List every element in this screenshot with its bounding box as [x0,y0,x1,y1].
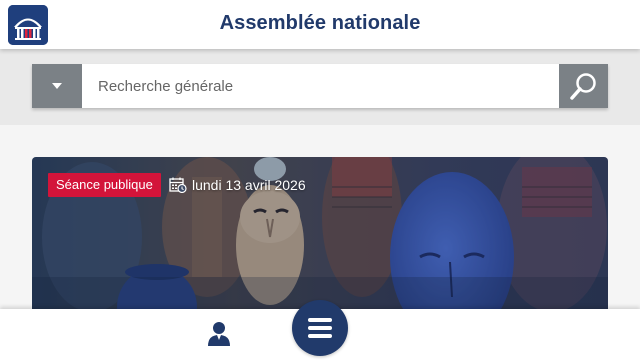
hamburger-menu-icon [308,318,332,338]
search-input[interactable] [82,64,559,108]
user-icon [208,322,230,346]
app-header: Assemblée nationale [0,0,640,49]
search-bar [32,64,608,108]
seance-publique-badge[interactable]: Séance publique [48,173,161,197]
event-date-text: lundi 13 avril 2026 [192,177,306,193]
app-title: Assemblée nationale [219,12,421,34]
search-button[interactable] [559,64,608,108]
caret-down-icon [52,83,62,89]
event-date: lundi 13 avril 2026 [169,177,306,193]
search-scope-dropdown[interactable] [32,64,82,108]
user-account-button[interactable] [205,319,233,349]
calendar-clock-icon [169,177,187,193]
main-menu-button[interactable] [292,300,348,356]
search-band [0,49,640,125]
magnifier-icon [569,73,596,100]
